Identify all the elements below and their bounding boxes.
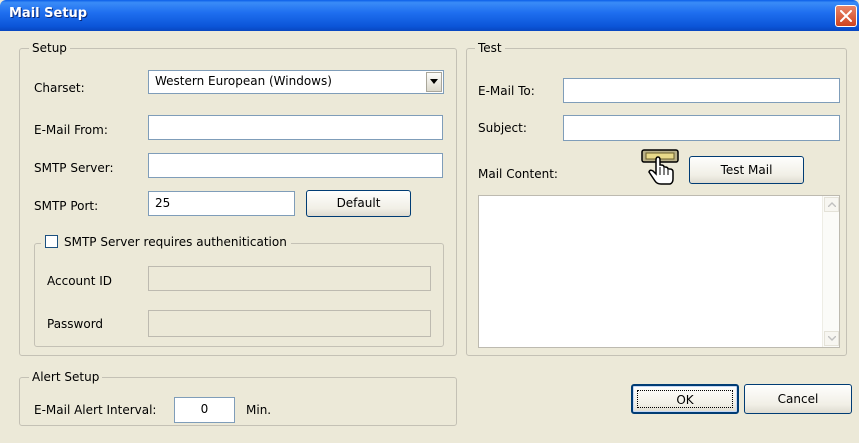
chevron-down-icon xyxy=(430,79,438,84)
scroll-up-button[interactable] xyxy=(824,197,839,212)
auth-checkbox-label: SMTP Server requires authenitication xyxy=(64,235,287,249)
test-mail-button-label: Test Mail xyxy=(720,163,773,177)
email-to-field[interactable] xyxy=(563,78,840,103)
focus-ring xyxy=(637,390,733,408)
password-label: Password xyxy=(47,317,104,331)
charset-value: Western European (Windows) xyxy=(155,74,332,88)
charset-select[interactable]: Western European (Windows) xyxy=(148,70,444,94)
charset-label: Charset: xyxy=(34,81,85,95)
auth-legend: SMTP Server requires authenitication xyxy=(41,235,291,249)
chevron-down-icon xyxy=(828,336,836,341)
scroll-down-button[interactable] xyxy=(824,331,839,346)
alert-interval-unit: Min. xyxy=(246,403,272,417)
cancel-button[interactable]: Cancel xyxy=(744,384,852,414)
alert-interval-label: E-Mail Alert Interval: xyxy=(34,403,157,417)
close-button[interactable] xyxy=(835,5,857,27)
setup-legend: Setup xyxy=(29,41,70,55)
mail-content-textarea[interactable] xyxy=(478,195,840,348)
test-mail-button[interactable]: Test Mail xyxy=(689,156,804,184)
auth-checkbox[interactable] xyxy=(45,235,58,248)
default-button-label: Default xyxy=(336,196,381,210)
smtp-port-field[interactable]: 25 xyxy=(148,191,295,216)
charset-dropdown-button[interactable] xyxy=(426,72,442,92)
mail-content-scrollbar[interactable] xyxy=(822,196,839,347)
smtp-port-label: SMTP Port: xyxy=(34,199,99,213)
hand-pointer-icon xyxy=(641,149,679,185)
email-to-label: E-Mail To: xyxy=(478,84,535,98)
account-id-label: Account ID xyxy=(47,274,113,288)
email-from-label: E-Mail From: xyxy=(34,123,108,137)
subject-field[interactable] xyxy=(563,115,840,141)
window-title: Mail Setup xyxy=(9,6,88,21)
cancel-button-label: Cancel xyxy=(777,392,819,406)
default-button[interactable]: Default xyxy=(306,190,411,217)
chevron-up-icon xyxy=(828,202,836,207)
account-id-field[interactable] xyxy=(148,266,431,291)
alert-legend: Alert Setup xyxy=(29,370,103,384)
smtp-server-label: SMTP Server: xyxy=(34,161,114,175)
test-legend: Test xyxy=(475,41,505,55)
subject-label: Subject: xyxy=(478,121,527,135)
ok-button[interactable]: OK xyxy=(631,384,739,414)
email-from-field[interactable] xyxy=(148,115,443,140)
password-field[interactable] xyxy=(148,310,431,337)
close-icon xyxy=(840,10,852,22)
smtp-server-field[interactable] xyxy=(148,153,443,178)
alert-group xyxy=(19,377,457,426)
mail-content-label: Mail Content: xyxy=(478,167,558,181)
title-bar[interactable]: Mail Setup xyxy=(0,0,859,31)
alert-interval-field[interactable]: 0 xyxy=(174,397,235,423)
